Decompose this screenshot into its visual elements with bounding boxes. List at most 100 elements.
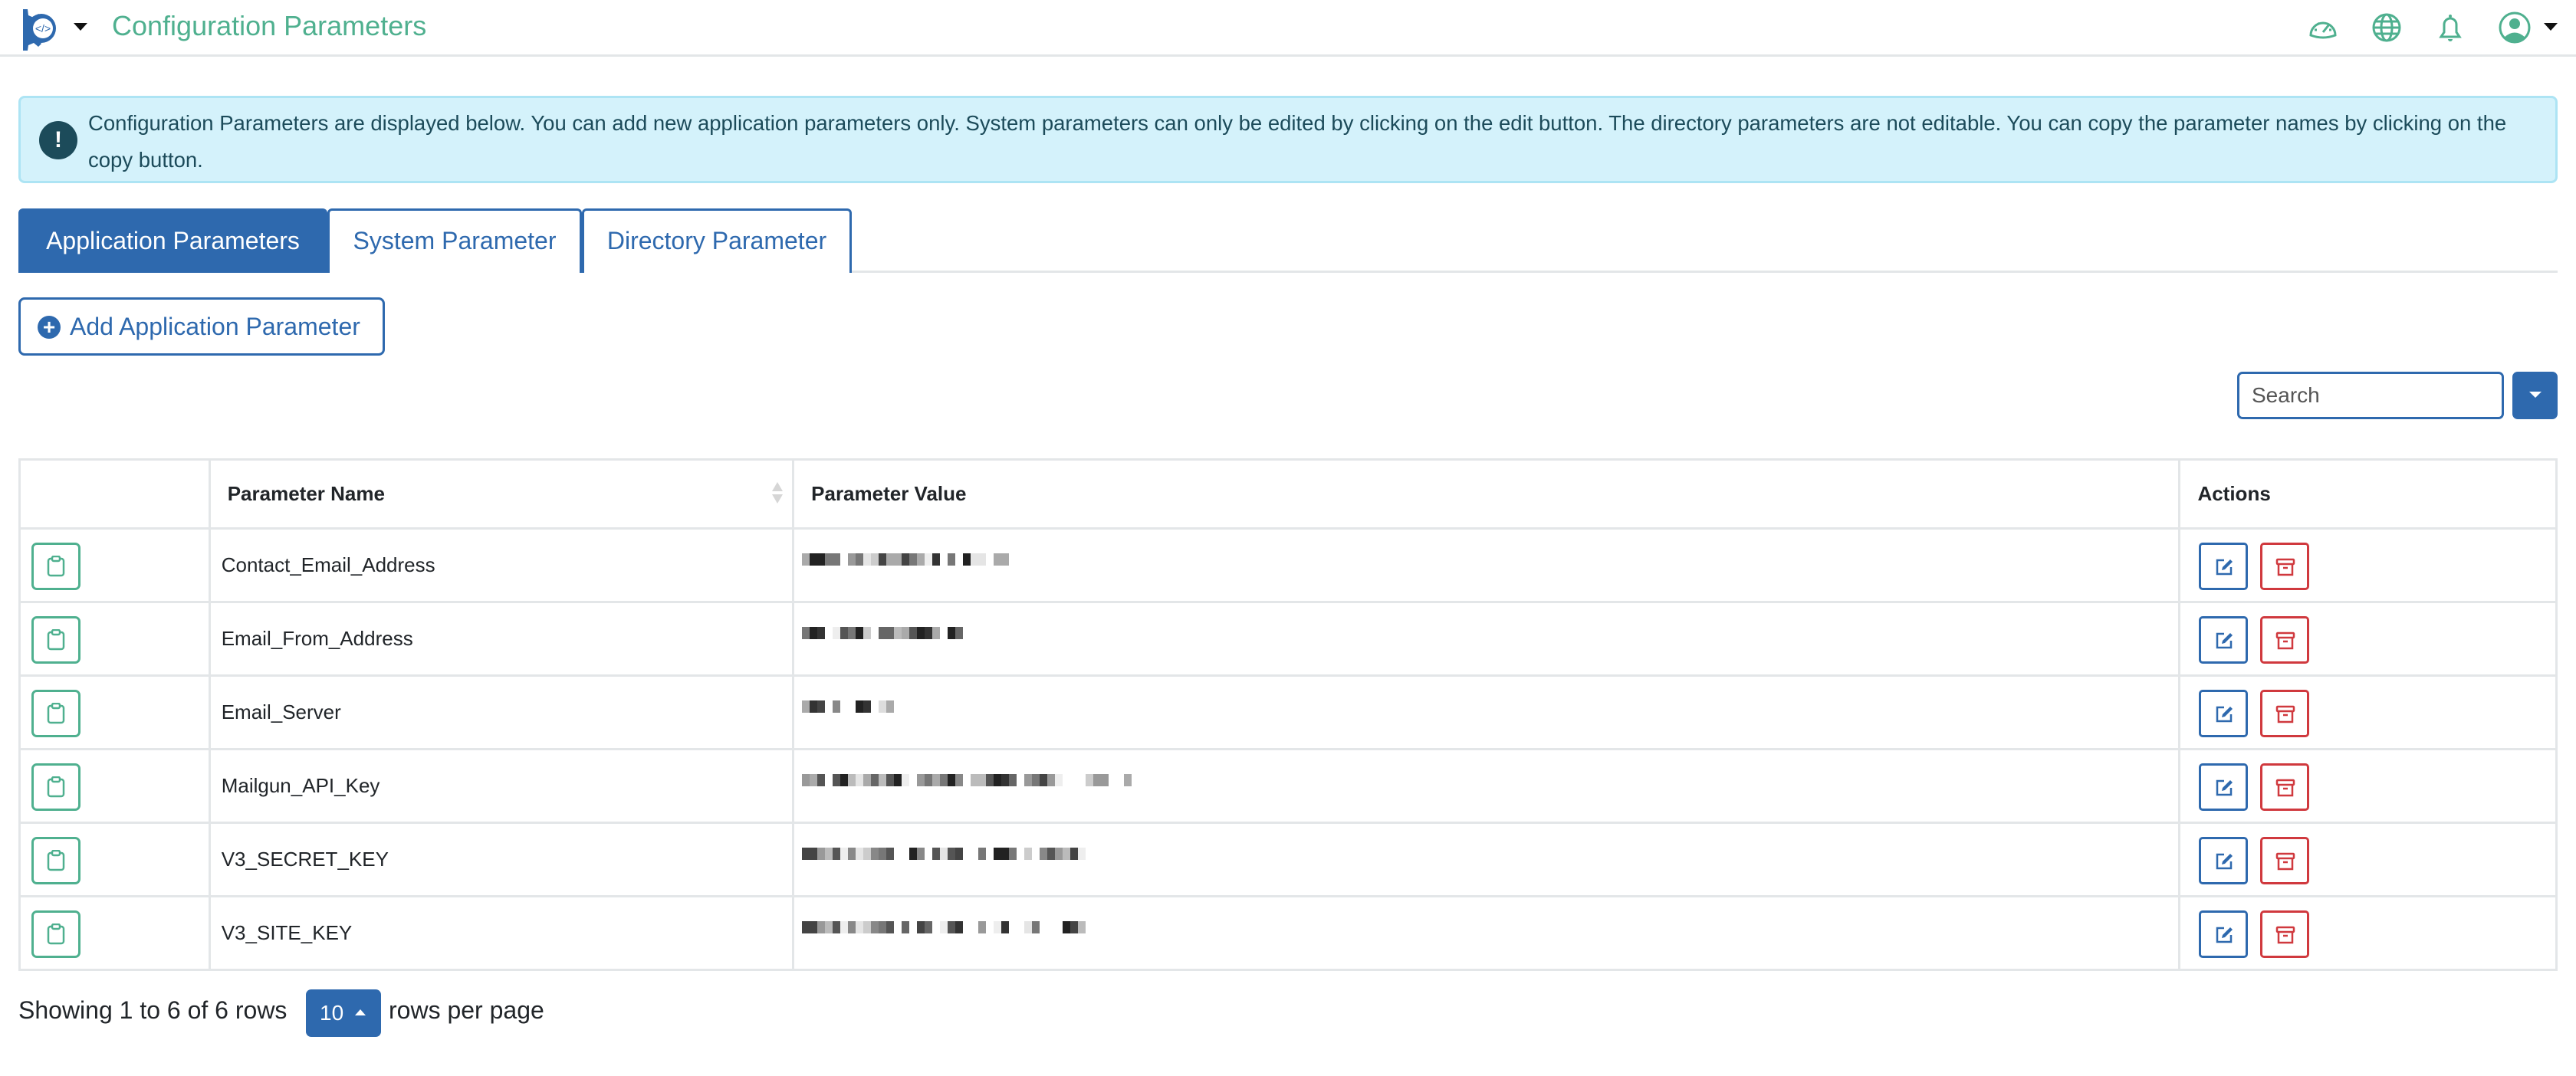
edit-button[interactable] xyxy=(2199,910,2249,958)
redacted-pixel xyxy=(925,848,932,860)
add-application-parameter-button[interactable]: + Add Application Parameter xyxy=(18,297,385,356)
redacted-pixel xyxy=(833,773,841,786)
copy-name-button[interactable] xyxy=(31,543,80,590)
archive-button[interactable] xyxy=(2260,616,2310,664)
edit-button[interactable] xyxy=(2199,763,2249,811)
redacted-pixel xyxy=(1017,774,1024,786)
redacted-pixel xyxy=(840,553,848,566)
redacted-pixel xyxy=(909,921,917,933)
redacted-pixel xyxy=(802,700,810,713)
copy-name-button[interactable] xyxy=(31,910,80,958)
redacted-pixel xyxy=(825,920,833,933)
exclamation-icon: ! xyxy=(39,121,77,159)
redacted-pixel xyxy=(986,773,994,786)
redacted-pixel xyxy=(810,920,818,933)
copy-name-button[interactable] xyxy=(31,616,80,664)
column-header-actions: Actions xyxy=(2178,458,2558,530)
redacted-pixel xyxy=(894,553,902,566)
redacted-pixel xyxy=(856,700,864,713)
redacted-pixel xyxy=(1040,773,1048,786)
redacted-pixel xyxy=(856,553,864,566)
search-input[interactable] xyxy=(2237,372,2504,419)
archive-button[interactable] xyxy=(2260,837,2310,884)
edit-button[interactable] xyxy=(2199,543,2249,590)
redacted-pixel xyxy=(879,847,887,860)
redacted-pixel xyxy=(1055,921,1063,933)
archive-button[interactable] xyxy=(2260,910,2310,958)
edit-button[interactable] xyxy=(2199,616,2249,664)
archive-button[interactable] xyxy=(2260,690,2310,737)
user-menu-caret-icon[interactable] xyxy=(2544,23,2558,31)
copy-cell xyxy=(18,601,211,677)
app-menu-caret-icon[interactable] xyxy=(74,23,87,31)
dashboard-gauge-icon[interactable] xyxy=(2306,11,2340,44)
redacted-pixel xyxy=(1063,920,1071,933)
bell-icon[interactable] xyxy=(2433,11,2467,44)
edit-button[interactable] xyxy=(2199,837,2249,884)
redacted-pixel xyxy=(886,626,895,639)
redacted-pixel xyxy=(856,773,864,786)
column-header-parameter-name[interactable]: Parameter Name xyxy=(208,458,795,530)
redacted-pixel xyxy=(848,847,856,860)
redacted-pixel xyxy=(1001,553,1010,566)
redacted-pixel xyxy=(856,920,864,933)
actions-cell xyxy=(2178,748,2558,824)
redacted-pixel xyxy=(817,626,826,639)
sort-icon[interactable] xyxy=(772,482,784,505)
copy-cell xyxy=(18,822,211,897)
redacted-pixel xyxy=(825,847,833,860)
redacted-pixel xyxy=(917,847,925,860)
redacted-pixel xyxy=(871,700,879,713)
redacted-pixel xyxy=(917,553,925,566)
redacted-pixel xyxy=(810,553,818,566)
redacted-pixel xyxy=(879,700,887,713)
redacted-pixel xyxy=(1055,847,1063,860)
page-size-dropdown[interactable]: 10 xyxy=(306,989,381,1037)
copy-cell xyxy=(18,895,211,971)
table-row: Email_From_Address xyxy=(18,601,2558,677)
redacted-pixel xyxy=(948,553,956,566)
redacted-pixel xyxy=(879,553,887,566)
archive-button[interactable] xyxy=(2260,763,2310,811)
edit-button[interactable] xyxy=(2199,690,2249,737)
app-logo-gear-code-icon[interactable]: </> xyxy=(18,6,64,51)
redacted-pixel xyxy=(955,847,964,860)
globe-icon[interactable] xyxy=(2370,11,2404,44)
redacted-pixel xyxy=(848,626,856,639)
redacted-pixel xyxy=(1078,847,1086,860)
user-avatar-icon[interactable] xyxy=(2498,11,2532,44)
redacted-pixel xyxy=(894,921,902,933)
redacted-pixel xyxy=(817,773,826,786)
redacted-pixel xyxy=(925,553,933,566)
redacted-pixel xyxy=(978,773,987,786)
copy-name-button[interactable] xyxy=(31,837,80,884)
redacted-value xyxy=(802,773,2178,799)
archive-button[interactable] xyxy=(2260,543,2310,590)
actions-cell xyxy=(2178,527,2558,603)
tab-system-parameter[interactable]: System Parameter xyxy=(327,208,582,273)
redacted-pixel xyxy=(994,847,1002,860)
redacted-pixel xyxy=(817,553,826,566)
redacted-pixel xyxy=(840,626,849,639)
redacted-pixel xyxy=(940,847,948,860)
redacted-pixel xyxy=(917,773,925,786)
redacted-pixel xyxy=(848,773,856,786)
redacted-pixel xyxy=(1063,847,1071,860)
redacted-pixel xyxy=(833,920,841,933)
redacted-pixel xyxy=(986,848,994,860)
top-navbar: </> Configuration Parameters xyxy=(0,0,2576,57)
redacted-pixel xyxy=(1040,847,1048,860)
copy-name-button[interactable] xyxy=(31,690,80,737)
svg-text:</>: </> xyxy=(35,22,51,34)
redacted-pixel xyxy=(848,553,856,566)
tab-directory-parameter[interactable]: Directory Parameter xyxy=(582,208,852,273)
add-button-label: Add Application Parameter xyxy=(70,313,360,340)
redacted-pixel xyxy=(971,553,979,566)
copy-name-button[interactable] xyxy=(31,763,80,811)
search-options-dropdown-button[interactable] xyxy=(2512,372,2558,419)
redacted-pixel xyxy=(986,921,994,933)
actions-cell xyxy=(2178,674,2558,750)
tab-application-parameters[interactable]: Application Parameters xyxy=(18,208,327,273)
redacted-pixel xyxy=(925,626,933,639)
redacted-pixel xyxy=(940,920,948,933)
